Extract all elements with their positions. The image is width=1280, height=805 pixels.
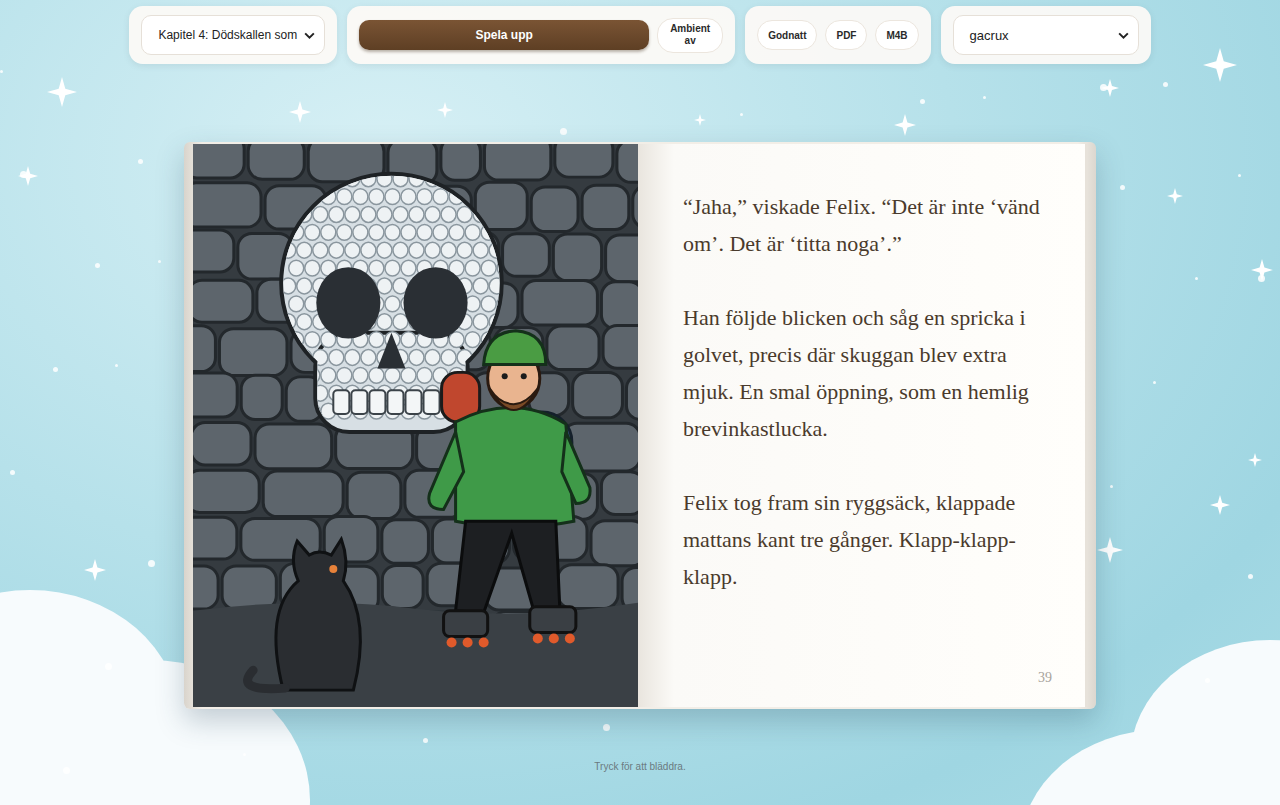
reader-screen: Kapitel 4: Dödskallen som Spela upp Ambien… <box>0 0 1280 805</box>
cave-skull-illustration <box>193 144 638 707</box>
sparkle-dot <box>115 364 118 367</box>
chapter-select[interactable]: Kapitel 4: Dödskallen som <box>141 15 325 55</box>
sparkle-dot <box>1120 185 1125 190</box>
story-paragraph: Han följde blicken och såg en spricka i … <box>683 299 1052 447</box>
text-page: “Jaha,” viskade Felix. “Det är inte ‘vän… <box>638 144 1088 707</box>
sparkle-dot <box>603 724 610 731</box>
sparkle-dot <box>138 159 143 164</box>
voice-panel: gacrux <box>941 6 1151 64</box>
sparkle-dot <box>10 470 15 475</box>
export-button[interactable]: M4B <box>875 20 918 50</box>
sparkle-dot <box>1205 678 1210 683</box>
playback-panel: Spela upp Ambient av <box>347 6 735 64</box>
sparkle-dot <box>243 753 246 756</box>
star-icon <box>694 114 706 126</box>
chapter-select-value: Kapitel 4: Dödskallen som <box>158 28 297 42</box>
page-number: 39 <box>1038 669 1052 687</box>
export-button[interactable]: Godnatt <box>757 20 817 50</box>
export-button[interactable]: PDF <box>825 20 867 50</box>
sparkle-dot <box>1163 82 1168 87</box>
sparkle-dot <box>158 260 161 263</box>
star-icon <box>1203 48 1237 82</box>
sparkle-dot <box>53 367 58 372</box>
sparkle-dot <box>1100 84 1107 91</box>
sparkle-dot <box>740 113 743 116</box>
star-icon <box>1097 537 1123 563</box>
star-icon <box>437 102 453 118</box>
ambient-toggle[interactable]: Ambient av <box>657 18 723 53</box>
sparkle-dot <box>63 767 70 774</box>
sparkle-dot <box>0 70 3 73</box>
star-icon <box>1251 259 1273 281</box>
sparkle-dot <box>560 128 567 135</box>
illustration-page <box>193 144 638 707</box>
sparkle-dot <box>423 738 428 743</box>
cloud <box>1130 640 1280 805</box>
play-button[interactable]: Spela upp <box>359 20 649 50</box>
toolbar: Kapitel 4: Dödskallen som Spela upp Ambien… <box>129 0 1150 64</box>
voice-select-value: gacrux <box>970 28 1009 43</box>
export-panel: Godnatt PDF M4B <box>745 6 930 64</box>
sparkle-dot <box>1238 174 1241 177</box>
star-icon <box>1210 495 1230 515</box>
cloud <box>0 590 180 805</box>
story-paragraph: “Jaha,” viskade Felix. “Det är inte ‘vän… <box>683 188 1052 262</box>
star-icon <box>1167 188 1183 204</box>
chevron-down-icon <box>303 29 316 42</box>
sparkle-dot <box>983 96 986 99</box>
sparkle-dot <box>1110 485 1113 488</box>
star-icon <box>84 559 106 581</box>
sparkle-dot <box>20 171 27 178</box>
star-icon <box>894 114 916 136</box>
sparkle-dot <box>1248 574 1253 579</box>
chevron-down-icon <box>1117 29 1130 42</box>
star-icon <box>1101 79 1119 97</box>
book[interactable]: “Jaha,” viskade Felix. “Det är inte ‘vän… <box>184 142 1096 709</box>
star-icon <box>289 101 311 123</box>
sparkle-dot <box>105 663 112 670</box>
page-turn-hint: Tryck för att bläddra. <box>594 761 685 772</box>
chapter-panel: Kapitel 4: Dödskallen som <box>129 6 337 64</box>
sparkle-dot <box>148 560 155 567</box>
sparkle-dot <box>1195 277 1198 280</box>
story-paragraph: Felix tog fram sin ryggsäck, klappade ma… <box>683 484 1052 595</box>
sparkle-dot <box>1258 275 1265 282</box>
sparkle-dot <box>920 99 925 104</box>
voice-select[interactable]: gacrux <box>953 15 1139 55</box>
star-icon <box>1248 453 1262 467</box>
sparkle-dot <box>1153 381 1156 384</box>
star-icon <box>47 77 77 107</box>
star-icon <box>18 166 38 186</box>
sparkle-dot <box>95 263 100 268</box>
